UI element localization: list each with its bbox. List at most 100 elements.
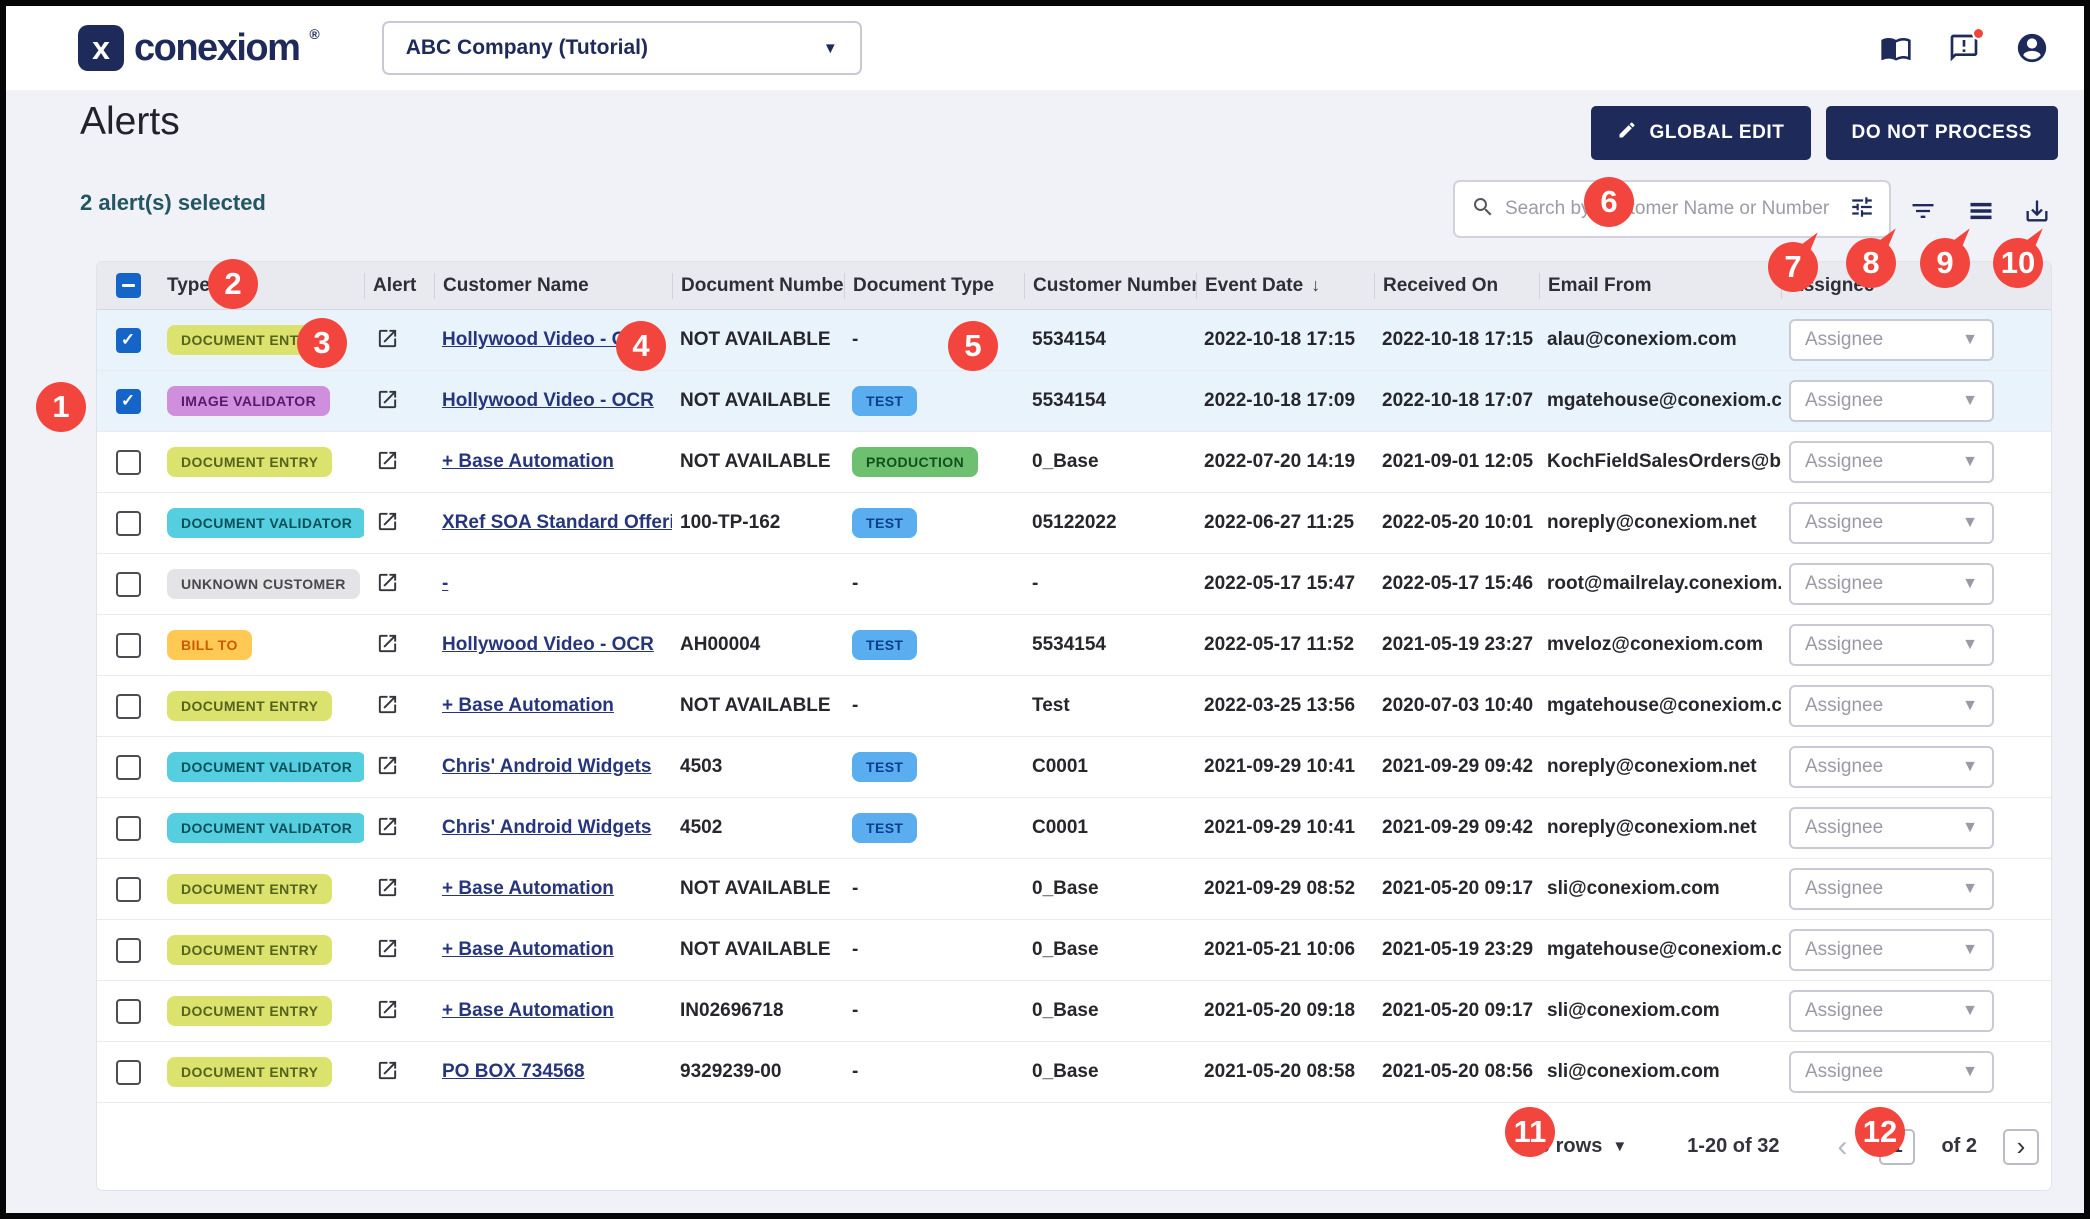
notifications-chat-icon[interactable] <box>1946 30 1982 66</box>
assignee-select[interactable]: Assignee▼ <box>1789 746 1994 788</box>
row-checkbox[interactable] <box>116 877 141 902</box>
conexiom-logo: x conexiom ® <box>78 25 320 71</box>
col-alert: Alert <box>364 273 434 299</box>
assignee-select[interactable]: Assignee▼ <box>1789 502 1994 544</box>
assignee-select[interactable]: Assignee▼ <box>1789 990 1994 1032</box>
row-checkbox[interactable] <box>116 572 141 597</box>
customer-number-cell: 0_Base <box>1024 1000 1196 1022</box>
customer-name-link[interactable]: + Base Automation <box>442 939 614 960</box>
company-selector[interactable]: ABC Company (Tutorial) ▼ <box>382 21 862 75</box>
customer-name-link[interactable]: + Base Automation <box>442 1000 614 1021</box>
assignee-select[interactable]: Assignee▼ <box>1789 624 1994 666</box>
pagination-range: 1-20 of 32 <box>1687 1135 1779 1158</box>
filter-list-icon[interactable] <box>1906 194 1940 228</box>
assignee-select[interactable]: Assignee▼ <box>1789 1051 1994 1093</box>
open-alert-icon[interactable] <box>372 873 402 903</box>
open-alert-icon[interactable] <box>372 324 402 354</box>
customer-name-link[interactable]: + Base Automation <box>442 451 614 472</box>
event-date-cell: 2022-03-25 13:56 <box>1196 695 1374 717</box>
row-checkbox[interactable]: ✓ <box>116 328 141 353</box>
search-icon <box>1471 195 1495 224</box>
row-checkbox[interactable] <box>116 633 141 658</box>
chevron-down-icon: ▼ <box>1962 453 1978 471</box>
row-checkbox[interactable] <box>116 938 141 963</box>
assignee-select[interactable]: Assignee▼ <box>1789 380 1994 422</box>
document-type-badge: TEST <box>852 813 917 843</box>
event-date-cell: 2022-07-20 14:19 <box>1196 451 1374 473</box>
assignee-select[interactable]: Assignee▼ <box>1789 868 1994 910</box>
open-alert-icon[interactable] <box>372 751 402 781</box>
chevron-down-icon: ▼ <box>1962 575 1978 593</box>
assignee-select[interactable]: Assignee▼ <box>1789 441 1994 483</box>
assignee-select[interactable]: Assignee▼ <box>1789 319 1994 361</box>
search-input[interactable] <box>1505 198 1849 220</box>
event-date-cell: 2021-09-29 10:41 <box>1196 756 1374 778</box>
row-checkbox[interactable]: ✓ <box>116 389 141 414</box>
advanced-filter-tune-icon[interactable] <box>1849 194 1875 225</box>
email-from-cell: mgatehouse@conexiom.c... <box>1539 695 1781 717</box>
open-alert-icon[interactable] <box>372 690 402 720</box>
customer-name-link[interactable]: XRef SOA Standard Offeri... <box>442 512 672 533</box>
email-from-cell: mgatehouse@conexiom.c... <box>1539 390 1781 412</box>
open-alert-icon[interactable] <box>372 934 402 964</box>
assignee-select[interactable]: Assignee▼ <box>1789 807 1994 849</box>
topbar-actions <box>1878 30 2050 66</box>
customer-name-link[interactable]: PO BOX 734568 <box>442 1061 585 1082</box>
col-customer-number: Customer Number <box>1024 273 1196 299</box>
assignee-select[interactable]: Assignee▼ <box>1789 685 1994 727</box>
open-alert-icon[interactable] <box>372 568 402 598</box>
customer-name-link[interactable]: Chris' Android Widgets <box>442 817 651 838</box>
customer-name-link[interactable]: + Base Automation <box>442 695 614 716</box>
documentation-book-icon[interactable] <box>1878 30 1914 66</box>
customer-name-link[interactable]: Hollywood Video - OCR <box>442 634 654 655</box>
search-box <box>1453 180 1891 238</box>
open-alert-icon[interactable] <box>372 385 402 415</box>
prev-page-button[interactable]: ‹ <box>1831 1130 1853 1164</box>
do-not-process-button[interactable]: DO NOT PROCESS <box>1826 106 2058 160</box>
open-alert-icon[interactable] <box>372 446 402 476</box>
open-alert-icon[interactable] <box>372 812 402 842</box>
global-edit-button[interactable]: GLOBAL EDIT <box>1591 106 1810 160</box>
row-checkbox[interactable] <box>116 1060 141 1085</box>
row-density-menu-icon[interactable] <box>1964 194 1998 228</box>
col-customer-name: Customer Name <box>434 273 672 299</box>
open-alert-icon[interactable] <box>372 507 402 537</box>
customer-name-link[interactable]: Chris' Android Widgets <box>442 756 651 777</box>
customer-name-link[interactable]: - <box>442 573 448 594</box>
row-checkbox[interactable] <box>116 511 141 536</box>
empty-value: - <box>852 573 858 594</box>
document-number-cell: NOT AVAILABLE <box>672 329 844 351</box>
open-alert-icon[interactable] <box>372 629 402 659</box>
open-alert-icon[interactable] <box>372 995 402 1025</box>
document-number-cell: AH00004 <box>672 634 844 656</box>
customer-number-cell: 0_Base <box>1024 451 1196 473</box>
next-page-button[interactable]: › <box>2003 1129 2039 1165</box>
callout-7: 7 <box>1768 242 1818 292</box>
row-checkbox[interactable] <box>116 694 141 719</box>
row-checkbox[interactable] <box>116 816 141 841</box>
row-checkbox[interactable] <box>116 999 141 1024</box>
download-icon[interactable] <box>2020 194 2054 228</box>
received-on-cell: 2021-05-20 08:56 <box>1374 1061 1539 1083</box>
assignee-select[interactable]: Assignee▼ <box>1789 563 1994 605</box>
col-event-date[interactable]: Event Date↓ <box>1196 273 1374 299</box>
callout-11: 11 <box>1505 1107 1555 1157</box>
customer-name-link[interactable]: Hollywood Video - OCR <box>442 390 654 411</box>
chevron-down-icon: ▼ <box>1962 819 1978 837</box>
callout-1: 1 <box>36 382 86 432</box>
event-date-cell: 2021-09-29 08:52 <box>1196 878 1374 900</box>
customer-name-link[interactable]: + Base Automation <box>442 878 614 899</box>
account-avatar-icon[interactable] <box>2014 30 2050 66</box>
event-date-cell: 2021-09-29 10:41 <box>1196 817 1374 839</box>
document-type-badge: PRODUCTION <box>852 447 978 477</box>
select-all-checkbox[interactable] <box>116 273 141 298</box>
assignee-select[interactable]: Assignee▼ <box>1789 929 1994 971</box>
email-from-cell: sli@conexiom.com <box>1539 1061 1781 1083</box>
received-on-cell: 2021-09-01 12:05 <box>1374 451 1539 473</box>
row-checkbox[interactable] <box>116 755 141 780</box>
customer-number-cell: C0001 <box>1024 817 1196 839</box>
open-alert-icon[interactable] <box>372 1056 402 1086</box>
callout-2: 2 <box>208 259 258 309</box>
table-row: DOCUMENT ENTRY+ Base AutomationNOT AVAIL… <box>97 920 2051 981</box>
row-checkbox[interactable] <box>116 450 141 475</box>
